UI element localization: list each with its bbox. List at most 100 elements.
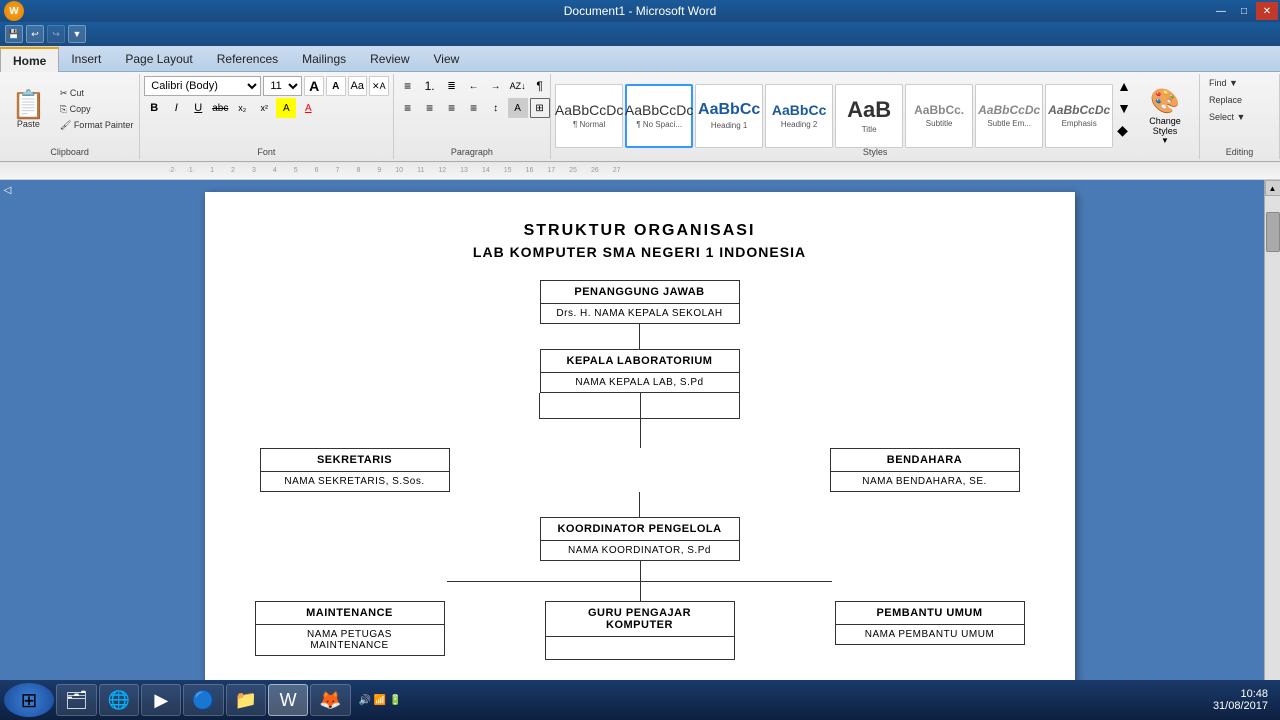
tab-page-layout[interactable]: Page Layout xyxy=(113,46,204,71)
shrink-font-button[interactable]: A xyxy=(326,76,346,96)
show-formatting-button[interactable]: ¶ xyxy=(530,76,550,96)
editing-label: Editing xyxy=(1200,147,1279,157)
bottom-branch xyxy=(255,561,1025,601)
taskbar-ie[interactable]: 🌐 xyxy=(99,684,139,716)
scroll-up-arrow[interactable]: ▲ xyxy=(1265,180,1280,196)
scroll-thumb[interactable] xyxy=(1266,212,1280,252)
redo-button[interactable]: ↪ xyxy=(47,25,65,43)
sekretaris-name: NAMA SEKRETARIS, S.Sos. xyxy=(261,472,449,491)
document-area: ◁ STRUKTUR ORGANISASI LAB KOMPUTER SMA N… xyxy=(0,180,1280,698)
save-button[interactable]: 💾 xyxy=(5,25,23,43)
style-emphasis[interactable]: AaBbCcDc Emphasis xyxy=(1045,84,1113,148)
taskbar: ⊞ 🗂 🌐 ▶ 🔵 📁 W 🦊 🔊 📶 🔋 10:48 31/08/2017 xyxy=(0,680,1280,720)
superscript-button[interactable]: x² xyxy=(254,98,274,118)
guru-title: GURU PENGAJAR KOMPUTER xyxy=(546,602,734,637)
font-color-button[interactable]: A xyxy=(298,98,318,118)
change-case-button[interactable]: Aa xyxy=(348,76,368,96)
style-heading2-label: Heading 2 xyxy=(781,120,817,129)
subscript-button[interactable]: x₂ xyxy=(232,98,252,118)
taskbar-firefox[interactable]: 🦊 xyxy=(310,684,350,716)
left-margin: ◁ xyxy=(0,180,15,698)
styles-scroll-down[interactable]: ▼ xyxy=(1115,98,1133,118)
tab-review[interactable]: Review xyxy=(358,46,421,71)
sort-button[interactable]: AZ↓ xyxy=(508,76,528,96)
pembantu-box: PEMBANTU UMUM NAMA PEMBANTU UMUM xyxy=(835,601,1025,645)
grow-font-button[interactable]: A xyxy=(304,76,324,96)
style-heading1[interactable]: AaBbCc Heading 1 xyxy=(695,84,763,148)
align-center-button[interactable]: ≡ xyxy=(420,98,440,118)
office-button[interactable]: W xyxy=(4,1,24,21)
ruler-marks: ·2· ·1· 1 2 3 4 5 6 7 8 9 10 11 12 13 14… xyxy=(168,167,621,174)
underline-button[interactable]: U xyxy=(188,98,208,118)
style-heading2[interactable]: AaBbCc Heading 2 xyxy=(765,84,833,148)
tab-mailings[interactable]: Mailings xyxy=(290,46,358,71)
copy-button[interactable]: ⎘ Copy xyxy=(55,102,138,117)
font-family-select[interactable]: Calibri (Body) xyxy=(144,76,261,96)
guru-name xyxy=(546,637,734,659)
shading-button[interactable]: A xyxy=(508,98,528,118)
strikethrough-button[interactable]: abc xyxy=(210,98,230,118)
style-heading1-preview: AaBbCc xyxy=(698,101,760,119)
taskbar-media[interactable]: ▶ xyxy=(141,684,181,716)
level-4: KOORDINATOR PENGELOLA NAMA KOORDINATOR, … xyxy=(255,517,1025,561)
taskbar-chrome[interactable]: 🔵 xyxy=(183,684,223,716)
paste-label: Paste xyxy=(17,119,40,129)
style-subtitle[interactable]: AaBbCc. Subtitle xyxy=(905,84,973,148)
paragraph-label: Paragraph xyxy=(394,147,551,157)
find-button[interactable]: Find ▼ xyxy=(1204,76,1243,90)
vertical-scrollbar[interactable]: ▲ ▼ xyxy=(1264,180,1280,698)
close-button[interactable]: ✕ xyxy=(1256,2,1278,20)
undo-button[interactable]: ↩ xyxy=(26,25,44,43)
decrease-indent-button[interactable]: ← xyxy=(464,76,484,96)
clipboard-group: 📋 Paste ✂ Cut ⎘ Copy 🖌 Format Painter Cl… xyxy=(0,74,140,159)
style-subtle-em[interactable]: AaBbCcDc Subtle Em... xyxy=(975,84,1043,148)
increase-indent-button[interactable]: → xyxy=(486,76,506,96)
editing-group: Find ▼ Replace Select ▼ Editing xyxy=(1200,74,1280,159)
highlight-button[interactable]: A xyxy=(276,98,296,118)
font-size-select[interactable]: 11 xyxy=(263,76,302,96)
start-button[interactable]: ⊞ xyxy=(4,683,54,717)
style-no-spacing-label: ¶ No Spaci... xyxy=(636,120,682,129)
style-title[interactable]: AaB Title xyxy=(835,84,903,148)
system-tray: 🔊 📶 🔋 xyxy=(353,695,408,706)
style-title-preview: AaB xyxy=(847,97,891,123)
minimize-button[interactable]: — xyxy=(1210,2,1232,20)
cut-button[interactable]: ✂ Cut xyxy=(55,86,138,101)
pembantu-name: NAMA PEMBANTU UMUM xyxy=(836,625,1024,644)
change-styles-button[interactable]: 🎨 Change Styles ▼ xyxy=(1135,84,1195,148)
tab-view[interactable]: View xyxy=(422,46,472,71)
select-button[interactable]: Select ▼ xyxy=(1204,110,1250,124)
taskbar-folder[interactable]: 📁 xyxy=(226,684,266,716)
multilevel-button[interactable]: ≣ xyxy=(442,76,462,96)
taskbar-file-manager[interactable]: 🗂 xyxy=(56,684,97,716)
margin-handle[interactable]: ◁ xyxy=(4,185,12,196)
borders-button[interactable]: ⊞ xyxy=(530,98,550,118)
level-1: PENANGGUNG JAWAB Drs. H. NAMA KEPALA SEK… xyxy=(255,280,1025,324)
ribbon: 📋 Paste ✂ Cut ⎘ Copy 🖌 Format Painter Cl… xyxy=(0,72,1280,162)
tab-insert[interactable]: Insert xyxy=(59,46,113,71)
align-left-button[interactable]: ≡ xyxy=(398,98,418,118)
line-spacing-button[interactable]: ↕ xyxy=(486,98,506,118)
tab-home[interactable]: Home xyxy=(0,47,59,72)
replace-button[interactable]: Replace xyxy=(1204,93,1247,107)
align-right-button[interactable]: ≡ xyxy=(442,98,462,118)
bold-button[interactable]: B xyxy=(144,98,164,118)
style-normal[interactable]: AaBbCcDc ¶ Normal xyxy=(555,84,623,148)
paste-button[interactable]: 📋 Paste xyxy=(4,88,53,132)
tab-references[interactable]: References xyxy=(205,46,290,71)
format-painter-button[interactable]: 🖌 Format Painter xyxy=(55,118,138,133)
bullets-button[interactable]: ≡ xyxy=(398,76,418,96)
font-group: Calibri (Body) 11 A A Aa ✕A B I U abc x₂ xyxy=(140,74,393,159)
styles-more[interactable]: ◆ xyxy=(1115,120,1133,141)
taskbar-word[interactable]: W xyxy=(268,684,308,716)
font-label: Font xyxy=(140,147,392,157)
style-no-spacing[interactable]: AaBbCcDc ¶ No Spaci... xyxy=(625,84,693,148)
numbering-button[interactable]: 1. xyxy=(420,76,440,96)
customize-qa-button[interactable]: ▼ xyxy=(68,25,86,43)
maximize-button[interactable]: □ xyxy=(1233,2,1255,20)
styles-scroll-up[interactable]: ▲ xyxy=(1115,76,1133,96)
clipboard-small-buttons: ✂ Cut ⎘ Copy 🖌 Format Painter xyxy=(55,86,138,133)
italic-button[interactable]: I xyxy=(166,98,186,118)
clear-format-button[interactable]: ✕A xyxy=(369,76,389,96)
justify-button[interactable]: ≡ xyxy=(464,98,484,118)
